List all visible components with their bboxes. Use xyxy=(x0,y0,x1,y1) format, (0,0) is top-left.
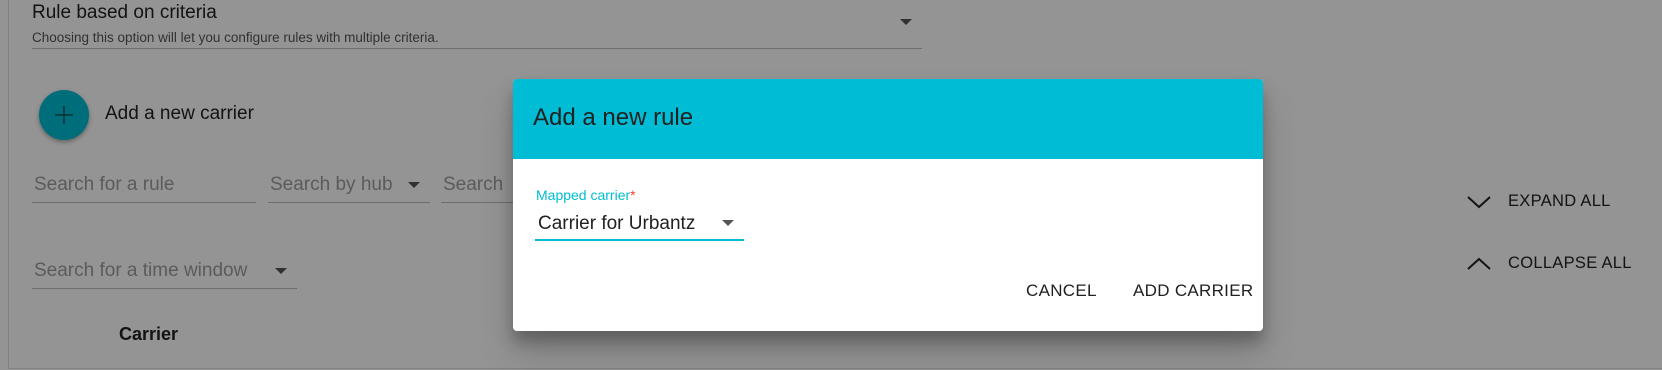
dialog-header: Add a new rule xyxy=(513,79,1263,159)
add-rule-dialog: Add a new rule Mapped carrier* Carrier f… xyxy=(513,79,1263,331)
add-carrier-submit-button[interactable]: ADD CARRIER xyxy=(1133,281,1253,301)
caret-down-icon xyxy=(722,220,734,226)
dialog-body: Mapped carrier* Carrier for Urbantz CANC… xyxy=(513,159,1263,331)
mapped-carrier-select[interactable]: Carrier for Urbantz xyxy=(535,205,744,241)
mapped-carrier-label: Mapped carrier* xyxy=(536,187,636,203)
dialog-title: Add a new rule xyxy=(533,104,694,131)
cancel-button[interactable]: CANCEL xyxy=(1026,281,1097,301)
mapped-carrier-label-text: Mapped carrier xyxy=(536,187,631,203)
required-asterisk: * xyxy=(630,187,636,203)
mapped-carrier-value: Carrier for Urbantz xyxy=(538,213,696,234)
